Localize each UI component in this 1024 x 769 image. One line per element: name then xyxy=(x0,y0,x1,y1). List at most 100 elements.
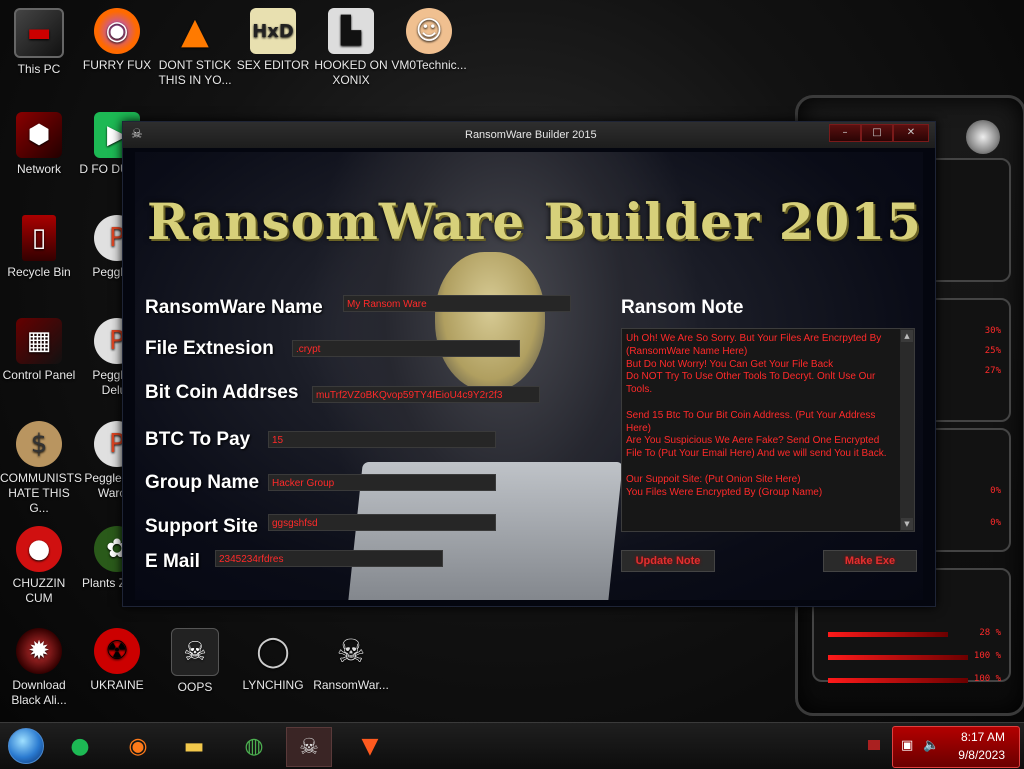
desktop-icon-ukraine[interactable]: ☢ UKRAINE xyxy=(78,628,156,693)
widget-bar xyxy=(828,655,968,660)
desktop-icon-hooked-on-xonix[interactable]: ▙ HOOKED ON XONIX xyxy=(312,8,390,88)
alien-icon: ✹ xyxy=(16,628,62,674)
widget-percent: 28 % xyxy=(979,628,1001,638)
desktop-icon-lynching[interactable]: ◯ LYNCHING xyxy=(234,628,312,693)
volume-icon[interactable]: 🔈 xyxy=(923,738,939,753)
btc-to-pay-input[interactable]: 15 xyxy=(268,431,496,448)
desktop-icon-label: LYNCHING xyxy=(242,678,304,692)
hxd-icon: HxD xyxy=(250,8,296,54)
desktop-icon-label: Control Panel xyxy=(2,368,76,382)
widget-bar xyxy=(828,678,968,683)
money-bag-icon: $ xyxy=(16,421,62,467)
brave-icon[interactable]: ▼ xyxy=(348,727,392,765)
email-input[interactable]: 2345234rfdres xyxy=(215,550,443,567)
group-name-label: Group Name xyxy=(145,472,260,493)
window-titlebar[interactable]: ☠ RansomWare Builder 2015 – □ ✕ xyxy=(123,122,935,148)
chuzzle-icon: ● xyxy=(16,526,62,572)
bitcoin-address-input[interactable]: muTrf2VZoBKQvop59TY4fEioU4c9Y2r2f3 xyxy=(312,386,540,403)
widget-percent: 100 % xyxy=(973,651,1001,661)
skull-icon: ☠ xyxy=(336,631,366,670)
desktop-icon-label: RansomWar... xyxy=(313,678,389,692)
clock-date[interactable]: 9/8/2023 xyxy=(958,748,1005,762)
widget-percent: 27% xyxy=(984,366,1001,376)
desktop-icon-sex-editor[interactable]: HxD SEX EDITOR xyxy=(234,8,312,73)
noose-icon: ◯ xyxy=(256,633,290,669)
desktop-icon-communists[interactable]: $ COMMUNISTS HATE THIS G... xyxy=(0,421,82,516)
desktop-icon-label: Recycle Bin xyxy=(7,265,71,279)
widget-percent: 0% xyxy=(990,486,1001,496)
scroll-up-icon[interactable]: ▲ xyxy=(901,330,913,342)
widget-percent: 100 % xyxy=(973,674,1001,684)
widget-percent: 0% xyxy=(990,518,1001,528)
ransom-note-label: Ransom Note xyxy=(621,297,744,318)
ransomware-builder-window: ☠ RansomWare Builder 2015 – □ ✕ RansomWa… xyxy=(122,121,936,607)
btc-to-pay-label: BTC To Pay xyxy=(145,429,251,450)
close-button[interactable]: ✕ xyxy=(893,124,929,142)
skull-monitor-icon: ☠ xyxy=(171,628,219,676)
widget-percent: 25% xyxy=(984,346,1001,356)
desktop-icon-label: Network xyxy=(16,162,61,176)
ransom-note-textarea[interactable]: Uh Oh! We Are So Sorry. But Your Files A… xyxy=(621,328,915,532)
desktop-icon-oops[interactable]: ☠ OOPS xyxy=(156,628,234,695)
desktop-icon-label: SEX EDITOR xyxy=(236,58,310,72)
show-hidden-icons-icon[interactable] xyxy=(868,740,880,750)
ransomware-name-input[interactable]: My Ransom Ware xyxy=(343,295,571,312)
firefox-icon: ◉ xyxy=(94,8,140,54)
support-site-input[interactable]: ggsgshfsd xyxy=(268,514,496,531)
window-client-area: RansomWare Builder 2015 RansomWare Name … xyxy=(135,152,923,600)
desktop-icon-label: COMMUNISTS HATE THIS G... xyxy=(0,471,82,515)
spotify-icon[interactable]: ● xyxy=(58,727,102,765)
start-orb-icon[interactable] xyxy=(4,727,48,765)
minimize-button[interactable]: – xyxy=(829,124,861,142)
ransom-note-text: Uh Oh! We Are So Sorry. But Your Files A… xyxy=(626,333,887,498)
firefox-icon[interactable]: ◉ xyxy=(116,727,160,765)
desktop-icon-this-pc[interactable]: ▬ This PC xyxy=(0,8,78,77)
scroll-down-icon[interactable]: ▼ xyxy=(901,518,913,530)
desktop-icon-furry-fux[interactable]: ◉ FURRY FUX xyxy=(78,8,156,73)
desktop-icon-label: VM0Technic... xyxy=(391,58,467,72)
app-skull-icon: ☠ xyxy=(131,127,143,142)
note-scrollbar[interactable]: ▲ ▼ xyxy=(900,329,914,531)
window-title: RansomWare Builder 2015 xyxy=(465,129,597,141)
desktop-icon-chuzzin[interactable]: ● CHUZZIN CUM xyxy=(0,526,78,606)
network-status-icon[interactable]: ▣ xyxy=(901,738,913,753)
ransomware-skull-icon[interactable]: ☠ xyxy=(286,727,332,767)
banner-title: RansomWare Builder 2015 xyxy=(147,192,922,251)
desktop-icon-label: UKRAINE xyxy=(90,678,144,692)
recycle-bin-icon: ▯ xyxy=(22,215,56,261)
desktop-icon-download-black-alien[interactable]: ✹ Download Black Ali... xyxy=(0,628,78,708)
desktop-icon-label: FURRY FUX xyxy=(82,58,152,72)
widget-bar xyxy=(828,632,948,637)
monitor-icon: ▬ xyxy=(14,8,64,58)
xonix-icon: ▙ xyxy=(328,8,374,54)
desktop-icon-vm0technic[interactable]: ☺ VM0Technic... xyxy=(390,8,468,73)
doctor-icon: ☺ xyxy=(406,8,452,54)
desktop-icon-dont-stick[interactable]: ▲ DONT STICK THIS IN YO... xyxy=(156,8,234,88)
maximize-button[interactable]: □ xyxy=(861,124,893,142)
desktop-icon-label: OOPS xyxy=(177,680,213,694)
desktop-icon-control-panel[interactable]: ▦ Control Panel xyxy=(0,318,78,383)
file-explorer-icon[interactable]: ▬ xyxy=(172,727,216,765)
group-name-input[interactable]: Hacker Group xyxy=(268,474,496,491)
desktop-icon-label: Download Black Ali... xyxy=(11,678,67,707)
email-label: E Mail xyxy=(145,551,200,572)
desktop-icon-label: This PC xyxy=(17,62,61,76)
ransomware-name-label: RansomWare Name xyxy=(145,297,323,318)
support-site-label: Support Site xyxy=(145,516,258,537)
desktop-icon-recycle-bin[interactable]: ▯ Recycle Bin xyxy=(0,215,78,280)
desktop-icon-ransomware[interactable]: ☠ RansomWar... xyxy=(312,628,390,693)
desktop-icon-network[interactable]: ⬢ Network xyxy=(0,112,78,177)
update-note-button[interactable]: Update Note xyxy=(621,550,715,572)
file-extension-input[interactable]: .crypt xyxy=(292,340,520,357)
control-panel-icon: ▦ xyxy=(16,318,62,364)
bitcoin-address-label: Bit Coin Addrses xyxy=(145,382,299,403)
desktop-icon-label: HOOKED ON XONIX xyxy=(314,58,388,87)
alien-head-icon[interactable] xyxy=(966,120,1000,154)
system-tray: ▣ 🔈 8:17 AM 9/8/2023 xyxy=(892,726,1020,768)
make-exe-button[interactable]: Make Exe xyxy=(823,550,917,572)
clock-time[interactable]: 8:17 AM xyxy=(961,730,1005,744)
vlc-cone-icon: ▲ xyxy=(181,10,209,52)
chrome-icon[interactable]: ◍ xyxy=(232,727,276,765)
widget-percent: 30% xyxy=(984,326,1001,336)
network-icon: ⬢ xyxy=(16,112,62,158)
